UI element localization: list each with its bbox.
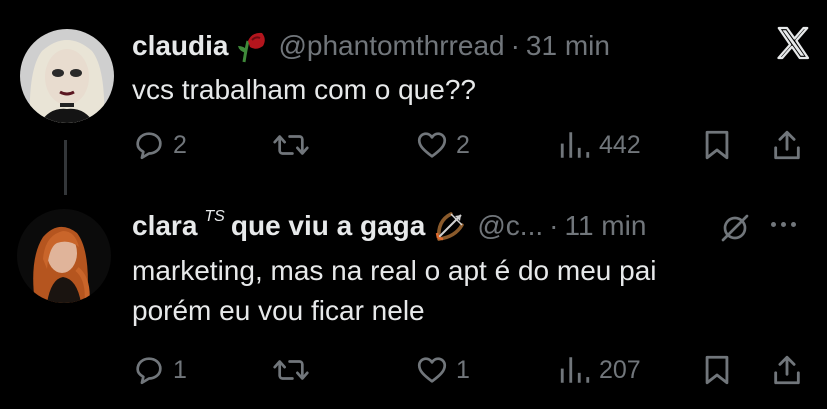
bookmark-button[interactable] [700, 125, 734, 165]
comment-icon [136, 132, 162, 160]
more-dot [781, 222, 786, 227]
more-icon[interactable] [771, 222, 796, 227]
repost-icon [273, 360, 309, 380]
post-header: clara TS que viu a gaga @c... · 11 min [132, 206, 646, 246]
post-header: claudia @phantomthrread · 31 min [132, 26, 610, 66]
more-dot [771, 222, 776, 227]
repost-button[interactable] [272, 125, 317, 165]
like-count: 1 [456, 355, 470, 384]
view-count: 442 [599, 130, 641, 159]
user-handle[interactable]: @phantomthrread [278, 30, 504, 62]
action-bar: 2 2 442 [130, 125, 810, 165]
mute-icon[interactable] [719, 212, 751, 244]
repost-button[interactable] [272, 350, 317, 390]
avatar-image [17, 209, 111, 303]
post-time[interactable]: 31 min [526, 30, 610, 62]
post-text-line: porém eu vou ficar nele [132, 295, 425, 326]
bookmark-icon [705, 130, 729, 160]
post-claudia[interactable]: claudia @phantomthrread · 31 min vcs tra… [0, 0, 827, 195]
post-text-line: vcs trabalham com o que?? [132, 74, 476, 105]
post-text-line: marketing, mas na real o apt é do meu pa… [132, 255, 657, 286]
share-button[interactable] [770, 125, 804, 165]
post-clara[interactable]: clara TS que viu a gaga @c... · 11 min m… [0, 195, 827, 409]
bookmark-button[interactable] [700, 350, 734, 390]
post-text: marketing, mas na real o apt é do meu pa… [132, 251, 657, 331]
reply-button[interactable]: 2 [132, 125, 187, 165]
share-icon [774, 130, 800, 160]
wilted-rose-icon [236, 29, 268, 63]
post-time[interactable]: 11 min [564, 210, 646, 242]
heart-icon [417, 357, 447, 383]
reply-count: 2 [173, 130, 187, 159]
like-button[interactable]: 1 [415, 350, 470, 390]
heart-icon [417, 132, 447, 158]
separator-dot: · [510, 30, 520, 61]
comment-icon [136, 357, 162, 385]
bookmark-icon [705, 355, 729, 385]
display-name-superscript: TS [204, 208, 225, 225]
separator-dot: · [549, 210, 559, 241]
display-name[interactable]: clara [132, 210, 197, 242]
like-count: 2 [456, 130, 470, 159]
avatar-claudia[interactable] [20, 29, 114, 123]
x-logo-icon[interactable] [775, 25, 811, 61]
post-text: vcs trabalham com o que?? [132, 70, 476, 110]
views-button[interactable]: 442 [558, 125, 641, 165]
thread-line [64, 140, 67, 195]
avatar-clara[interactable] [17, 209, 111, 303]
bow-and-arrow-icon [433, 209, 467, 243]
share-icon [774, 355, 800, 385]
views-icon [560, 132, 590, 158]
share-button[interactable] [770, 350, 804, 390]
views-button[interactable]: 207 [558, 350, 641, 390]
display-name-rest[interactable]: que viu a gaga [231, 210, 426, 242]
reply-count: 1 [173, 355, 187, 384]
view-count: 207 [599, 355, 641, 384]
display-name[interactable]: claudia [132, 30, 228, 62]
like-button[interactable]: 2 [415, 125, 470, 165]
more-dot [791, 222, 796, 227]
user-handle[interactable]: @c... [477, 210, 543, 242]
avatar-image [20, 29, 114, 123]
action-bar: 1 1 207 [130, 350, 810, 390]
reply-button[interactable]: 1 [132, 350, 187, 390]
views-icon [560, 357, 590, 383]
repost-icon [273, 135, 309, 155]
